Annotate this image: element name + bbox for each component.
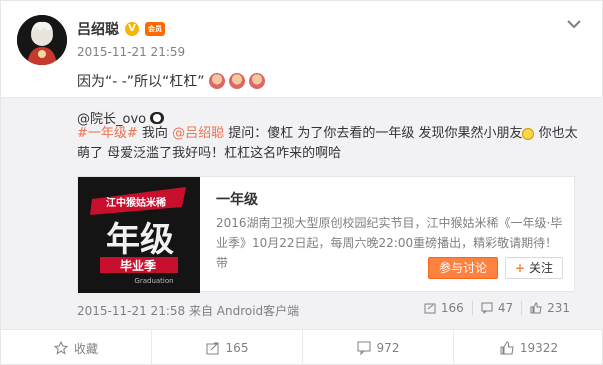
thumb-en-text: Graduation bbox=[134, 277, 173, 285]
author-name[interactable]: 吕绍聪 bbox=[77, 19, 119, 39]
repost-stat-reposts[interactable]: 166 bbox=[416, 301, 472, 315]
thumb-sub-text: 毕业季 bbox=[120, 258, 157, 273]
like-count: 231 bbox=[547, 301, 570, 315]
verified-badge[interactable]: V bbox=[125, 22, 139, 36]
emoji-icon bbox=[248, 73, 265, 89]
more-chevron-icon[interactable] bbox=[566, 19, 582, 31]
repost-stat-likes[interactable]: 231 bbox=[521, 301, 578, 315]
comment-action-count: 972 bbox=[376, 341, 400, 355]
mention-link[interactable]: @吕绍聪 bbox=[172, 126, 224, 141]
comment-icon bbox=[357, 341, 371, 355]
avatar[interactable] bbox=[17, 15, 67, 65]
repost-text-part: 我向 bbox=[137, 126, 173, 141]
action-bar: 收藏 165 972 19322 bbox=[1, 329, 603, 365]
post-text-body: 因为“- -”所以“杠杠” bbox=[77, 74, 205, 90]
repost-block: @院长_ovo #一年级# 我向 @吕绍聪 提问：傻杠 为了你去看的一年级 发现… bbox=[1, 97, 603, 329]
like-button[interactable]: 19322 bbox=[453, 330, 603, 365]
comment-icon bbox=[481, 302, 493, 314]
repost-icon bbox=[206, 342, 219, 355]
plus-icon: + bbox=[515, 261, 526, 275]
repost-button[interactable]: 165 bbox=[151, 330, 302, 365]
repost-text-part: 提问：傻杠 为了你去看的一年级 发现你果然小朋友 bbox=[224, 126, 523, 141]
post-timestamp[interactable]: 2015-11-21 21:59 bbox=[77, 45, 185, 59]
like-action-count: 19322 bbox=[519, 341, 559, 355]
thumb-banner-text: 江中猴姑米稀 bbox=[106, 196, 166, 209]
comment-count: 47 bbox=[497, 301, 514, 315]
avatar-image bbox=[17, 15, 67, 65]
thumb-main-text: 年级 bbox=[106, 220, 174, 260]
emoji-icon bbox=[228, 73, 245, 89]
author-row: 吕绍聪 V 会员 bbox=[77, 19, 165, 39]
topic-thumbnail-art: 江中猴姑米稀 年级 毕业季 Graduation bbox=[78, 177, 200, 293]
smile-icon bbox=[522, 127, 535, 140]
follow-button-label: 关注 bbox=[528, 261, 553, 275]
repost-count: 166 bbox=[440, 301, 464, 315]
like-icon bbox=[530, 302, 542, 314]
repost-stats: 166 47 231 bbox=[416, 301, 578, 315]
repost-text: #一年级# 我向 @吕绍聪 提问：傻杠 为了你去看的一年级 发现你果然小朋友 你… bbox=[77, 124, 587, 164]
star-icon bbox=[53, 341, 68, 355]
repost-stat-comments[interactable]: 47 bbox=[471, 301, 521, 315]
repost-meta[interactable]: 2015-11-21 21:58 来自 Android客户端 bbox=[77, 302, 299, 319]
follow-button[interactable]: + 关注 bbox=[505, 257, 563, 279]
topic-tag-link[interactable]: #一年级# bbox=[77, 126, 138, 141]
topic-thumbnail[interactable]: 江中猴姑米稀 年级 毕业季 Graduation bbox=[78, 177, 200, 293]
post-text: 因为“- -”所以“杠杠” bbox=[77, 71, 265, 91]
emoji-icon bbox=[208, 73, 225, 89]
topic-card-title[interactable]: 一年级 bbox=[216, 189, 258, 209]
join-discussion-button[interactable]: 参与讨论 bbox=[428, 257, 498, 279]
like-icon bbox=[500, 341, 514, 355]
repost-action-count: 165 bbox=[225, 341, 249, 355]
favorite-label: 收藏 bbox=[73, 341, 98, 356]
comment-button[interactable]: 972 bbox=[302, 330, 453, 365]
topic-card[interactable]: 江中猴姑米稀 年级 毕业季 Graduation 一年级 2016湖南卫视大型原… bbox=[77, 176, 575, 293]
favorite-button[interactable]: 收藏 bbox=[1, 330, 151, 365]
repost-icon bbox=[424, 303, 436, 314]
panda-icon bbox=[150, 111, 165, 124]
weibo-post-card: 吕绍聪 V 会员 2015-11-21 21:59 因为“- -”所以“杠杠” … bbox=[0, 0, 603, 365]
vip-badge-icon[interactable]: 会员 bbox=[145, 22, 165, 36]
